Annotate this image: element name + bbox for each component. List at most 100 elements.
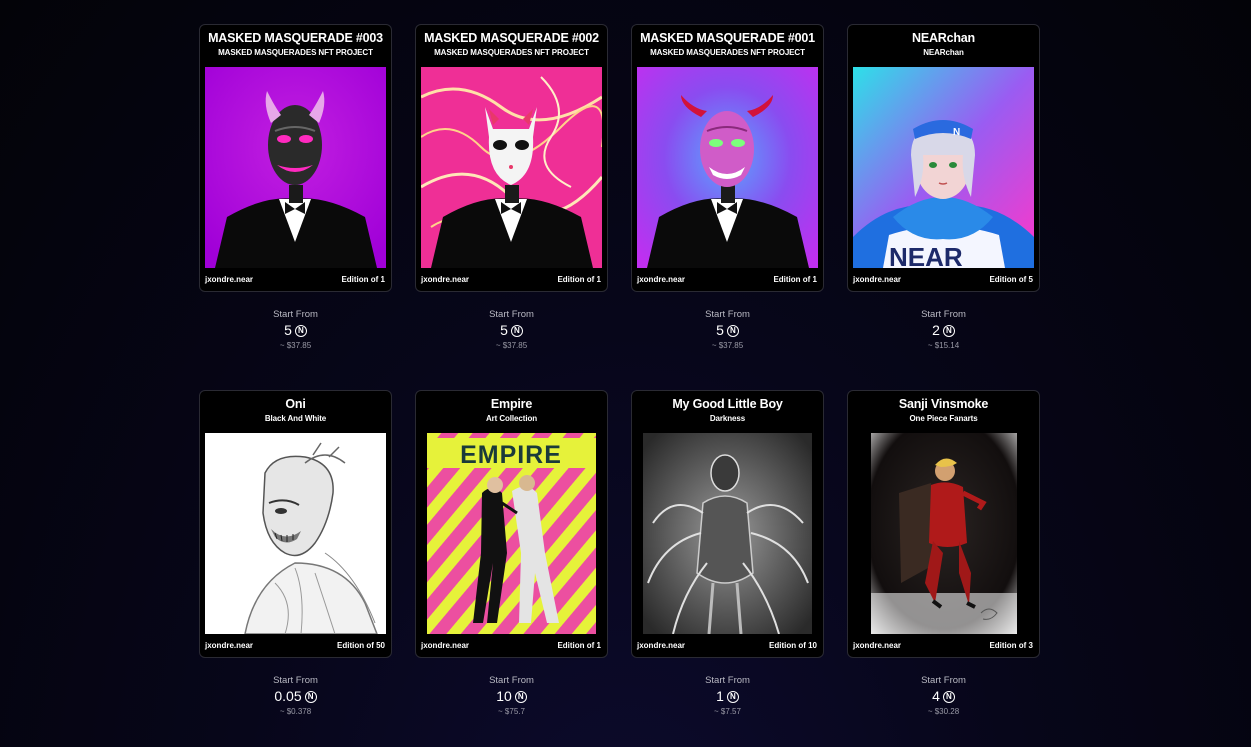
card-title: NEARchan <box>912 31 975 45</box>
price-block: Start From 2 N ~ $15.14 <box>847 309 1040 352</box>
near-icon: N <box>726 690 739 703</box>
card-owner[interactable]: jxondre.near <box>853 275 901 284</box>
price-value: 10 <box>496 688 512 704</box>
price-label: Start From <box>489 675 534 686</box>
price-block: Start From 1 N ~ $7.57 <box>631 675 824 718</box>
near-icon: N <box>942 324 955 337</box>
price-usd: ~ $75.7 <box>498 707 525 716</box>
price-label: Start From <box>273 309 318 320</box>
nft-item: Empire Art Collection EMPIRE jxondre.nea… <box>415 390 608 716</box>
card-owner[interactable]: jxondre.near <box>637 641 685 650</box>
nft-artwork <box>421 67 602 268</box>
card-edition: Edition of 50 <box>337 641 385 650</box>
nft-item: MASKED MASQUERADE #001 MASKED MASQUERADE… <box>631 24 824 350</box>
price-label: Start From <box>489 309 534 320</box>
nft-item: Sanji Vinsmoke One Piece Fanarts jxondre… <box>847 390 1040 716</box>
price-usd: ~ $37.85 <box>279 341 312 350</box>
card-collection: MASKED MASQUERADES NFT PROJECT <box>650 48 805 57</box>
price-value: 0.05 <box>274 688 302 704</box>
price-row: 4 N <box>847 687 1040 706</box>
nft-item: My Good Little Boy Darkness jxondre.near… <box>631 390 824 716</box>
card-collection: Black And White <box>264 414 327 423</box>
nft-card[interactable]: NEARchan NEARchan N NEAR jxondre.near Ed… <box>847 24 1040 292</box>
card-title: Empire <box>490 397 533 411</box>
nft-item: MASKED MASQUERADE #002 MASKED MASQUERADE… <box>415 24 608 350</box>
card-owner[interactable]: jxondre.near <box>205 275 253 284</box>
card-collection: Art Collection <box>485 414 538 423</box>
price-row: 10 N <box>415 687 608 706</box>
near-icon: N <box>294 324 307 337</box>
price-block: Start From 4 N ~ $30.28 <box>847 675 1040 718</box>
nft-card[interactable]: MASKED MASQUERADE #001 MASKED MASQUERADE… <box>631 24 824 292</box>
card-collection: MASKED MASQUERADES NFT PROJECT <box>218 48 373 57</box>
nft-artwork <box>205 67 386 268</box>
nft-artwork <box>643 433 812 634</box>
nft-card[interactable]: MASKED MASQUERADE #003 MASKED MASQUERADE… <box>199 24 392 292</box>
card-edition: Edition of 1 <box>773 275 817 284</box>
nft-card[interactable]: My Good Little Boy Darkness jxondre.near… <box>631 390 824 658</box>
nft-item: Oni Black And White jxondre.near Edition <box>199 390 392 716</box>
price-row: 2 N <box>847 321 1040 340</box>
card-title: Sanji Vinsmoke <box>898 397 989 411</box>
card-edition: Edition of 10 <box>769 641 817 650</box>
near-icon: N <box>942 690 955 703</box>
card-edition: Edition of 1 <box>341 275 385 284</box>
nft-artwork <box>205 433 386 634</box>
price-block: Start From 5 N ~ $37.85 <box>631 309 824 352</box>
price-row: 5 N <box>631 321 824 340</box>
nft-artwork: EMPIRE <box>427 433 596 634</box>
svg-text:NEAR: NEAR <box>889 242 963 268</box>
card-owner[interactable]: jxondre.near <box>853 641 901 650</box>
card-owner[interactable]: jxondre.near <box>421 275 469 284</box>
price-usd: ~ $7.57 <box>714 707 741 716</box>
nft-artwork <box>871 433 1017 634</box>
svg-text:N: N <box>953 127 960 138</box>
price-row: 5 N <box>199 321 392 340</box>
nft-grid: MASKED MASQUERADE #003 MASKED MASQUERADE… <box>199 24 1040 716</box>
price-usd: ~ $0.378 <box>279 707 312 716</box>
price-value: 1 <box>716 688 724 704</box>
nft-card[interactable]: Oni Black And White jxondre.near Edition <box>199 390 392 658</box>
price-label: Start From <box>705 309 750 320</box>
card-title: MASKED MASQUERADE #002 <box>424 31 599 45</box>
card-owner[interactable]: jxondre.near <box>637 275 685 284</box>
price-block: Start From 5 N ~ $37.85 <box>199 309 392 352</box>
price-label: Start From <box>705 675 750 686</box>
nft-artwork <box>637 67 818 268</box>
card-owner[interactable]: jxondre.near <box>421 641 469 650</box>
price-usd: ~ $37.85 <box>495 341 528 350</box>
price-value: 5 <box>284 322 292 338</box>
empire-art-text: EMPIRE <box>460 441 562 469</box>
nft-card[interactable]: MASKED MASQUERADE #002 MASKED MASQUERADE… <box>415 24 608 292</box>
card-title: Oni <box>285 397 306 411</box>
nft-artwork: N NEAR <box>853 67 1034 268</box>
nft-item: MASKED MASQUERADE #003 MASKED MASQUERADE… <box>199 24 392 350</box>
price-value: 2 <box>932 322 940 338</box>
price-block: Start From 10 N ~ $75.7 <box>415 675 608 718</box>
price-row: 5 N <box>415 321 608 340</box>
price-row: 0.05 N <box>199 687 392 706</box>
near-icon: N <box>514 690 527 703</box>
near-icon: N <box>726 324 739 337</box>
price-block: Start From 0.05 N ~ $0.378 <box>199 675 392 718</box>
price-usd: ~ $37.85 <box>711 341 744 350</box>
price-value: 4 <box>932 688 940 704</box>
card-edition: Edition of 1 <box>557 275 601 284</box>
price-usd: ~ $30.28 <box>927 707 960 716</box>
price-value: 5 <box>500 322 508 338</box>
card-owner[interactable]: jxondre.near <box>205 641 253 650</box>
card-collection: One Piece Fanarts <box>909 414 978 423</box>
card-collection: MASKED MASQUERADES NFT PROJECT <box>434 48 589 57</box>
card-collection: NEARchan <box>923 48 964 57</box>
nft-card[interactable]: Sanji Vinsmoke One Piece Fanarts jxondre… <box>847 390 1040 658</box>
near-icon: N <box>304 690 317 703</box>
price-block: Start From 5 N ~ $37.85 <box>415 309 608 352</box>
price-label: Start From <box>921 309 966 320</box>
nft-item: NEARchan NEARchan N NEAR jxondre.near Ed… <box>847 24 1040 350</box>
price-usd: ~ $15.14 <box>927 341 960 350</box>
card-edition: Edition of 1 <box>557 641 601 650</box>
card-collection: Darkness <box>709 414 746 423</box>
nft-card[interactable]: Empire Art Collection EMPIRE jxondre.nea… <box>415 390 608 658</box>
near-icon: N <box>510 324 523 337</box>
card-title: MASKED MASQUERADE #001 <box>640 31 815 45</box>
